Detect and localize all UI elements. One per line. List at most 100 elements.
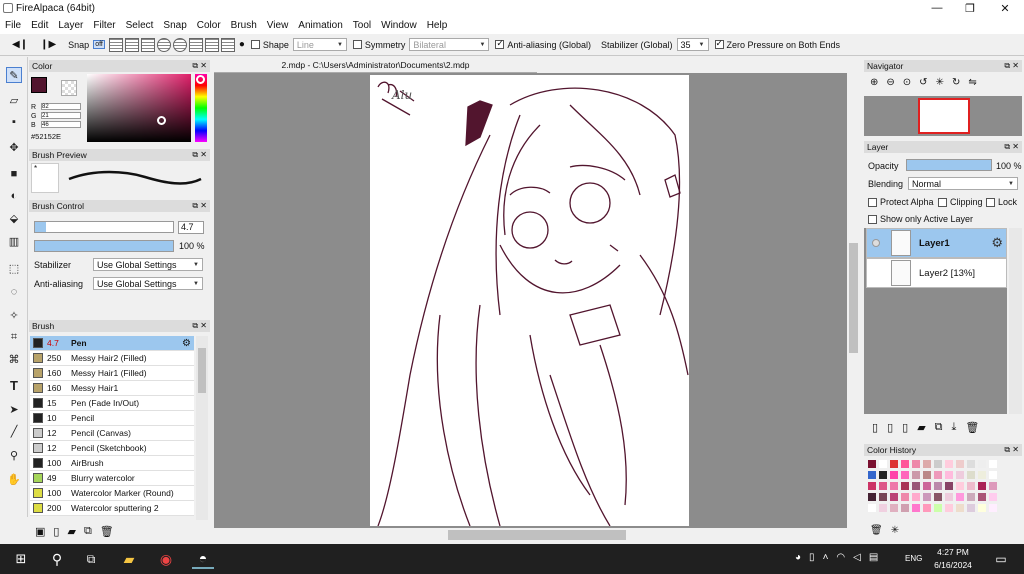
menu-animation[interactable]: Animation xyxy=(293,20,347,31)
history-color-swatch[interactable] xyxy=(967,471,975,479)
eyedropper-icon[interactable]: ⚲ xyxy=(6,447,22,463)
b-value[interactable]: 46 xyxy=(41,121,81,128)
brush-size-slider[interactable] xyxy=(34,221,174,233)
history-color-swatch[interactable] xyxy=(868,471,876,479)
select-eraser-icon[interactable]: ⌘ xyxy=(6,351,22,367)
history-color-swatch[interactable] xyxy=(912,460,920,468)
history-color-swatch[interactable] xyxy=(945,493,953,501)
brush-item[interactable]: 15 Pen (Fade In/Out) xyxy=(30,396,194,411)
brush-stabilizer-select[interactable]: Use Global Settings ▼ xyxy=(93,258,203,271)
history-color-swatch[interactable] xyxy=(934,504,942,512)
layer-opacity-slider[interactable] xyxy=(906,159,992,171)
history-color-swatch[interactable] xyxy=(989,493,997,501)
navigator-viewport[interactable] xyxy=(918,98,970,134)
history-color-swatch[interactable] xyxy=(912,471,920,479)
snap-circle-icon[interactable] xyxy=(172,37,187,52)
history-color-swatch[interactable] xyxy=(901,504,909,512)
symmetry-select[interactable]: Bilateral ▼ xyxy=(409,38,490,51)
menu-help[interactable]: Help xyxy=(422,20,453,31)
snap-off-button[interactable]: off xyxy=(93,40,105,49)
canvas-vscrollbar[interactable] xyxy=(847,73,860,528)
history-color-swatch[interactable] xyxy=(989,460,997,468)
menu-file[interactable]: File xyxy=(0,20,26,31)
brush-tool-icon[interactable]: ✎ xyxy=(6,67,22,83)
history-color-swatch[interactable] xyxy=(901,460,909,468)
zoom-fit-icon[interactable]: ⊙ xyxy=(903,77,911,88)
history-color-swatch[interactable] xyxy=(879,460,887,468)
history-color-swatch[interactable] xyxy=(901,471,909,479)
history-color-swatch[interactable] xyxy=(956,471,964,479)
r-value[interactable]: 82 xyxy=(41,103,81,110)
wifi-icon[interactable]: ◠ xyxy=(836,552,845,563)
search-icon[interactable]: ⚲ xyxy=(46,549,68,569)
history-color-swatch[interactable] xyxy=(945,460,953,468)
new-layer-icon[interactable]: ▯ xyxy=(872,421,878,434)
panel-controls-icon[interactable]: ⧉ ✕ xyxy=(1004,142,1019,152)
zoom-out-icon[interactable]: ⊖ xyxy=(886,77,894,88)
history-color-swatch[interactable] xyxy=(989,504,997,512)
history-color-swatch[interactable] xyxy=(956,482,964,490)
magic-wand-icon[interactable]: ✧ xyxy=(6,307,22,323)
rotate-right-icon[interactable]: ↻ xyxy=(952,77,960,88)
history-color-swatch[interactable] xyxy=(879,482,887,490)
history-color-swatch[interactable] xyxy=(978,460,986,468)
windows-start-icon[interactable]: ⊞ xyxy=(10,549,32,569)
brush-item[interactable]: 160 Messy Hair1 (Filled) xyxy=(30,366,194,381)
layer-scrollbar[interactable] xyxy=(1009,228,1022,414)
menu-view[interactable]: View xyxy=(262,20,294,31)
history-color-swatch[interactable] xyxy=(890,460,898,468)
history-color-swatch[interactable] xyxy=(868,482,876,490)
duplicate-icon[interactable]: ⧉ xyxy=(84,525,92,538)
canvas-hscrollbar[interactable] xyxy=(214,528,860,542)
firealpaca-taskbar-icon[interactable]: ◓ xyxy=(192,549,214,569)
clock-time[interactable]: 4:27 PM xyxy=(932,547,974,557)
menu-filter[interactable]: Filter xyxy=(88,20,120,31)
clipping-checkbox[interactable] xyxy=(938,197,947,207)
eraser-tool-icon[interactable]: ▱ xyxy=(6,92,22,108)
new-file-icon[interactable]: ▯ xyxy=(53,525,59,538)
zero-pressure-checkbox[interactable] xyxy=(714,38,724,49)
history-color-swatch[interactable] xyxy=(967,460,975,468)
brush-item[interactable]: 12 Pencil (Sketchbook) xyxy=(30,441,194,456)
vscroll-thumb[interactable] xyxy=(849,243,858,353)
dot-tool-icon[interactable]: ▪ xyxy=(6,114,22,130)
saturation-value-picker[interactable] xyxy=(87,74,191,142)
prev-frame-icon[interactable]: ◀❙ xyxy=(12,39,28,50)
shape-checkbox[interactable] xyxy=(250,40,260,49)
select-rect-icon[interactable]: ⬚ xyxy=(6,260,22,276)
flip-icon[interactable]: ⇋ xyxy=(968,77,976,88)
brush-item[interactable]: 49 Blurry watercolor xyxy=(30,471,194,486)
history-color-swatch[interactable] xyxy=(912,482,920,490)
fill-tool-icon[interactable]: ◐ xyxy=(6,188,22,204)
symmetry-checkbox[interactable] xyxy=(352,40,362,49)
brush-item[interactable]: 250 Messy Hair2 (Filled) xyxy=(30,351,194,366)
history-color-swatch[interactable] xyxy=(967,482,975,490)
stabilizer-select[interactable]: 35 ▼ xyxy=(676,38,709,51)
history-color-swatch[interactable] xyxy=(868,493,876,501)
history-color-swatch[interactable] xyxy=(978,504,986,512)
panel-controls-icon[interactable]: ⧉ ✕ xyxy=(1004,61,1019,71)
history-color-swatch[interactable] xyxy=(989,471,997,479)
gear-icon[interactable]: ⚙ xyxy=(991,235,1003,251)
clock-date[interactable]: 6/16/2024 xyxy=(930,560,976,570)
new-8bit-layer-icon[interactable]: ▯ xyxy=(887,421,893,434)
history-color-swatch[interactable] xyxy=(868,460,876,468)
lock-checkbox[interactable] xyxy=(986,197,995,207)
history-color-swatch[interactable] xyxy=(923,493,931,501)
history-color-swatch[interactable] xyxy=(945,482,953,490)
history-color-swatch[interactable] xyxy=(879,493,887,501)
drawing-sheet[interactable]: Alu xyxy=(370,75,689,527)
blending-select[interactable]: Normal ▼ xyxy=(908,177,1018,190)
brush-item[interactable]: 200 Watercolor sputtering 2 xyxy=(30,501,194,516)
brush-item[interactable]: 160 Messy Hair1 xyxy=(30,381,194,396)
rotate-left-icon[interactable]: ↺ xyxy=(919,77,927,88)
scrollbar-thumb[interactable] xyxy=(198,348,206,393)
visibility-icon[interactable] xyxy=(872,239,880,247)
primary-color-swatch[interactable] xyxy=(31,77,47,93)
menu-tool[interactable]: Tool xyxy=(348,20,376,31)
settings-icon[interactable]: ✳ xyxy=(891,525,899,536)
document-tab[interactable]: 2.mdp - C:\Users\Administrator\Documents… xyxy=(214,57,537,73)
panel-controls-icon[interactable]: ⧉ ✕ xyxy=(192,201,207,211)
history-color-swatch[interactable] xyxy=(934,482,942,490)
trash-icon[interactable]: 🗑 xyxy=(870,525,883,536)
